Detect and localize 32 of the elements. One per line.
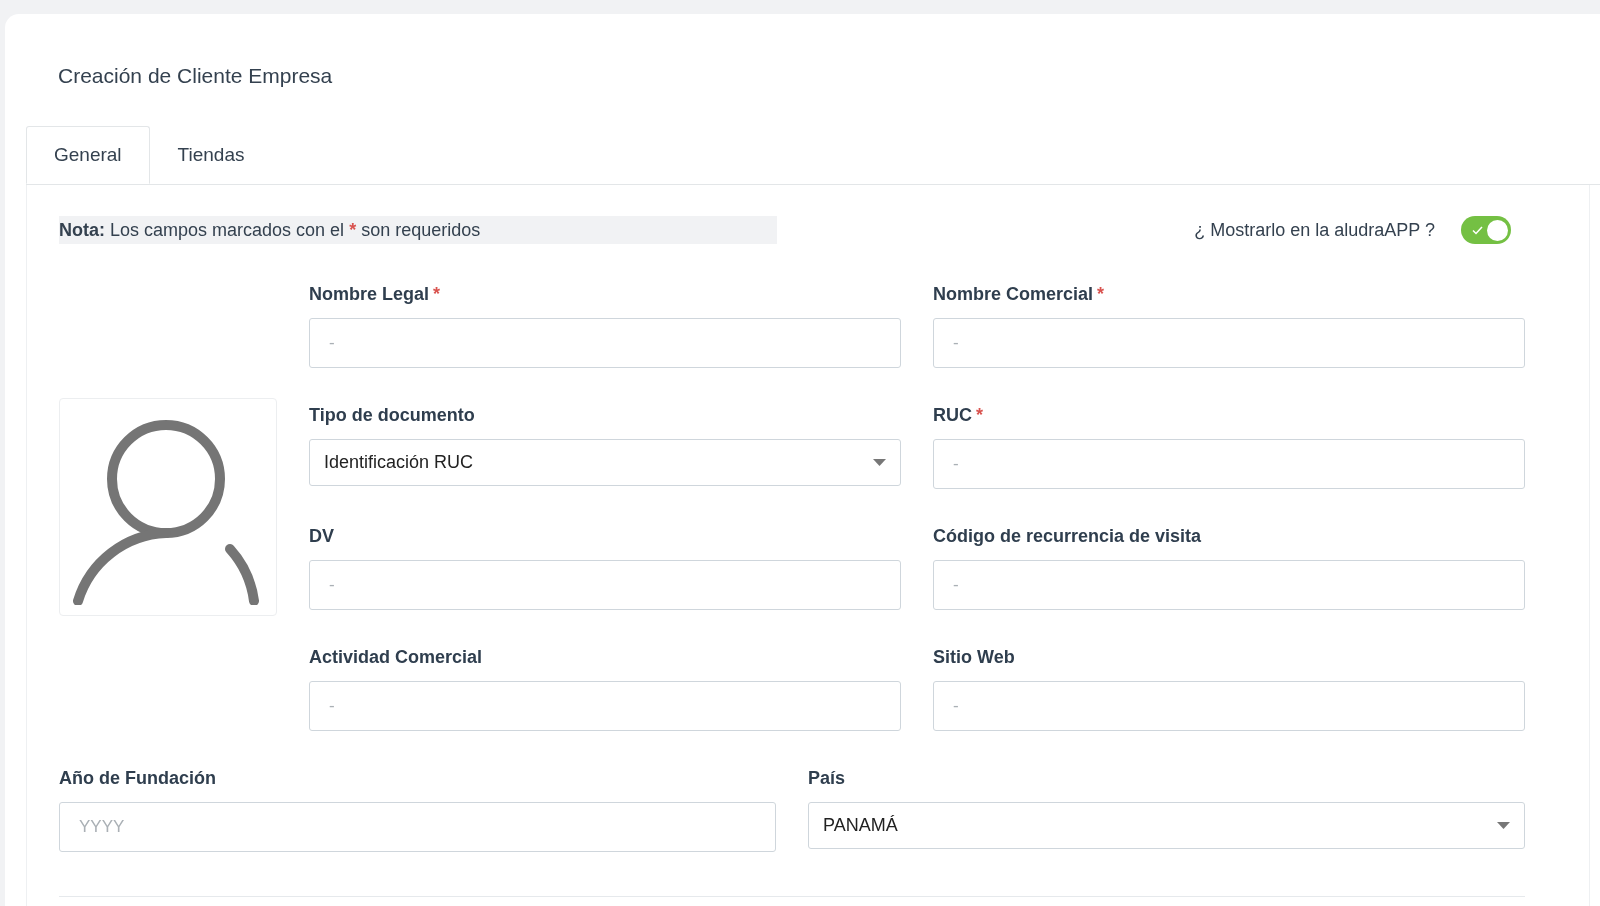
caret-icon xyxy=(873,458,886,467)
note-text: Nota: Los campos marcados con el * son requeridos xyxy=(59,216,777,244)
caret-icon xyxy=(1497,821,1510,830)
toggle-switch[interactable] xyxy=(1461,216,1511,244)
field-label: RUC xyxy=(933,403,972,427)
input-field[interactable]: YYYY xyxy=(59,802,776,852)
required-mark: * xyxy=(1097,282,1105,306)
page-title: Creación de Cliente Empresa xyxy=(57,64,334,88)
field-label: Año de Fundación xyxy=(59,766,216,790)
input-field[interactable]: - xyxy=(933,560,1525,610)
check-icon xyxy=(1472,225,1483,235)
field-label: Código de recurrencia de visita xyxy=(933,524,1202,548)
input-field[interactable]: - xyxy=(933,439,1525,489)
select-field[interactable]: PANAMÁ xyxy=(808,802,1525,849)
tab[interactable]: General xyxy=(26,126,150,184)
field-label: DV xyxy=(309,524,334,548)
field-label: Nombre Legal xyxy=(309,282,430,306)
input-field[interactable]: - xyxy=(309,318,901,368)
required-mark: * xyxy=(976,403,983,427)
field-label: País xyxy=(808,766,846,790)
input-field[interactable]: - xyxy=(933,681,1525,731)
field-label: Sitio Web xyxy=(933,645,1015,669)
field-label: Actividad Comercial xyxy=(309,645,483,669)
input-field[interactable]: - xyxy=(309,560,901,610)
field-label: Nombre Comercial xyxy=(933,282,1094,306)
input-field[interactable]: - xyxy=(933,318,1525,368)
field-label: Tipo de documento xyxy=(309,403,475,427)
toggle-label: ¿ Mostrarlo en la aludraAPP ? xyxy=(1194,218,1435,242)
tab[interactable]: Tiendas xyxy=(149,126,273,184)
select-field[interactable]: Identificación RUC xyxy=(309,439,901,486)
input-field[interactable]: - xyxy=(309,681,901,731)
required-mark: * xyxy=(433,282,441,306)
